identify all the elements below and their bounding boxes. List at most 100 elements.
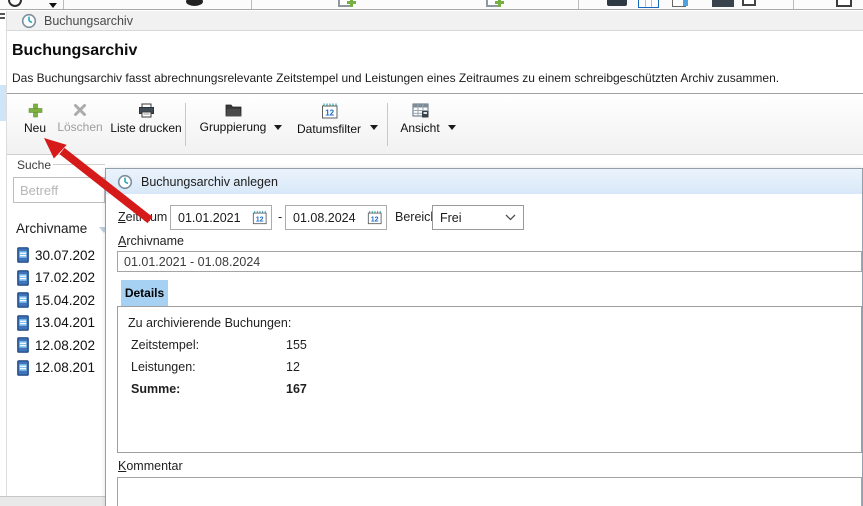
calendar-picker-icon[interactable]: 12	[252, 210, 267, 225]
archivname-input[interactable]	[117, 251, 862, 272]
archive-box-icon	[17, 360, 29, 376]
date-to-value: 01.08.2024	[293, 211, 356, 225]
dialog-title: Buchungsarchiv anlegen	[141, 175, 278, 189]
tab-details[interactable]: Details	[121, 280, 168, 306]
archive-name: 13.04.201	[35, 315, 95, 330]
dark-oval-icon[interactable]	[186, 0, 203, 6]
search-group-label: Suche	[15, 158, 53, 172]
calendar-icon: 12	[321, 103, 338, 119]
zeitstempel-label: Zeitstempel:	[131, 338, 199, 352]
archivname-column-header[interactable]: Archivname	[16, 221, 87, 236]
datumsfilter-label: Datumsfilter	[297, 122, 361, 136]
window-icon[interactable]	[742, 0, 756, 6]
archive-box-icon	[17, 292, 29, 308]
search-input[interactable]	[13, 177, 105, 203]
gruppierung-button[interactable]: Gruppierung	[192, 103, 274, 149]
list-item[interactable]: 15.04.202	[7, 289, 105, 312]
archive-name: 17.02.202	[35, 270, 95, 285]
date-to-input[interactable]: 01.08.2024 12	[285, 205, 387, 230]
loeschen-button[interactable]: Löschen	[51, 103, 109, 149]
archivname-label: Archivname	[118, 234, 184, 248]
list-item[interactable]: 13.04.201	[7, 312, 105, 335]
printer-dark-icon[interactable]	[712, 0, 734, 7]
dropdown-caret-icon[interactable]	[49, 3, 57, 8]
calendar-picker-icon[interactable]: 12	[367, 210, 382, 225]
kommentar-label: Kommentar	[118, 459, 183, 473]
list-item[interactable]: 12.08.202	[7, 334, 105, 357]
archive-name: 12.08.202	[35, 338, 95, 353]
delete-x-icon	[73, 103, 87, 117]
bereich-selected-value: Frei	[440, 211, 462, 225]
circle-icon[interactable]	[8, 0, 22, 7]
grid-view-icon	[412, 103, 429, 118]
svg-text:12: 12	[256, 216, 264, 223]
svg-text:12: 12	[325, 109, 334, 118]
command-toolbar: Neu Löschen Liste drucken Gruppie	[7, 94, 863, 155]
date-range-separator: -	[278, 210, 282, 224]
ansicht-label: Ansicht	[400, 121, 439, 135]
list-item[interactable]: 17.02.202	[7, 267, 105, 290]
details-heading: Zu archivierende Buchungen:	[128, 316, 291, 330]
archive-box-icon	[17, 247, 29, 263]
search-groupbox-border	[48, 164, 105, 165]
archive-name: 30.07.202	[35, 248, 95, 263]
page-description: Das Buchungsarchiv fasst abrechnungsrele…	[12, 71, 779, 85]
leistungen-value: 12	[286, 360, 300, 374]
toolbar-divider	[251, 0, 252, 10]
clock-icon	[21, 13, 37, 29]
zeitstempel-value: 155	[286, 338, 307, 352]
zeitraum-label: Zeitraum	[118, 210, 167, 224]
clipboard-icon[interactable]	[672, 0, 686, 7]
archive-box-icon	[17, 337, 29, 353]
clock-icon	[117, 174, 133, 190]
kommentar-textarea[interactable]	[117, 477, 862, 506]
panel-selection-fragment	[0, 85, 6, 121]
panel-grip-icon	[0, 13, 5, 21]
bereich-select[interactable]: Frei	[432, 205, 524, 230]
plus-icon	[28, 103, 43, 118]
liste-drucken-button[interactable]: Liste drucken	[107, 103, 185, 149]
tab-buchungsarchiv[interactable]: Buchungsarchiv	[7, 11, 863, 31]
document-add-icon[interactable]	[486, 0, 501, 7]
date-from-value: 01.01.2021	[178, 211, 241, 225]
list-item[interactable]: 30.07.202	[7, 244, 105, 267]
loeschen-label: Löschen	[57, 120, 102, 134]
window-add-icon[interactable]	[836, 0, 852, 7]
toolbar-divider	[578, 0, 579, 10]
ansicht-dropdown-caret-icon[interactable]	[448, 125, 456, 130]
chevron-down-icon	[505, 214, 516, 221]
gruppierung-label: Gruppierung	[200, 120, 267, 134]
buchungsarchiv-anlegen-dialog: Buchungsarchiv anlegen Zeitraum 01.01.20…	[105, 168, 863, 506]
blue-table-icon[interactable]	[638, 0, 659, 8]
app-window: Buchungsarchiv Buchungsarchiv Das Buchun…	[0, 0, 863, 506]
gruppierung-dropdown-caret-icon[interactable]	[274, 125, 282, 130]
toolbar-divider	[793, 0, 794, 10]
toolbar-divider	[387, 103, 388, 146]
svg-text:12: 12	[371, 216, 379, 223]
datumsfilter-dropdown-caret-icon[interactable]	[370, 125, 378, 130]
printer-icon	[138, 103, 155, 118]
summe-value: 167	[286, 382, 307, 396]
archive-box-icon	[17, 270, 29, 286]
liste-drucken-label: Liste drucken	[110, 121, 181, 135]
toolbar-divider	[185, 103, 186, 146]
date-from-input[interactable]: 01.01.2021 12	[170, 205, 272, 230]
page-title: Buchungsarchiv	[12, 42, 137, 60]
datumsfilter-button[interactable]: 12 Datumsfilter	[291, 103, 367, 149]
dark-monitor-icon[interactable]	[607, 0, 627, 6]
summe-label: Summe:	[131, 382, 180, 396]
document-add-icon[interactable]	[338, 0, 353, 7]
list-item[interactable]: 12.08.201	[7, 357, 105, 380]
statusbar-cropped	[0, 496, 105, 506]
main-toolbar-cropped	[0, 0, 863, 10]
archive-name: 12.08.201	[35, 360, 95, 375]
side-panel-edge	[0, 11, 7, 506]
folder-icon	[225, 103, 242, 117]
ansicht-button[interactable]: Ansicht	[395, 103, 445, 149]
tab-label: Buchungsarchiv	[44, 14, 133, 28]
neu-label: Neu	[24, 121, 46, 135]
leistungen-label: Leistungen:	[131, 360, 196, 374]
archive-list: 30.07.202 17.02.202 15.04.202 13.04.201 …	[7, 244, 105, 379]
archive-box-icon	[17, 315, 29, 331]
dialog-titlebar[interactable]: Buchungsarchiv anlegen	[106, 169, 862, 194]
